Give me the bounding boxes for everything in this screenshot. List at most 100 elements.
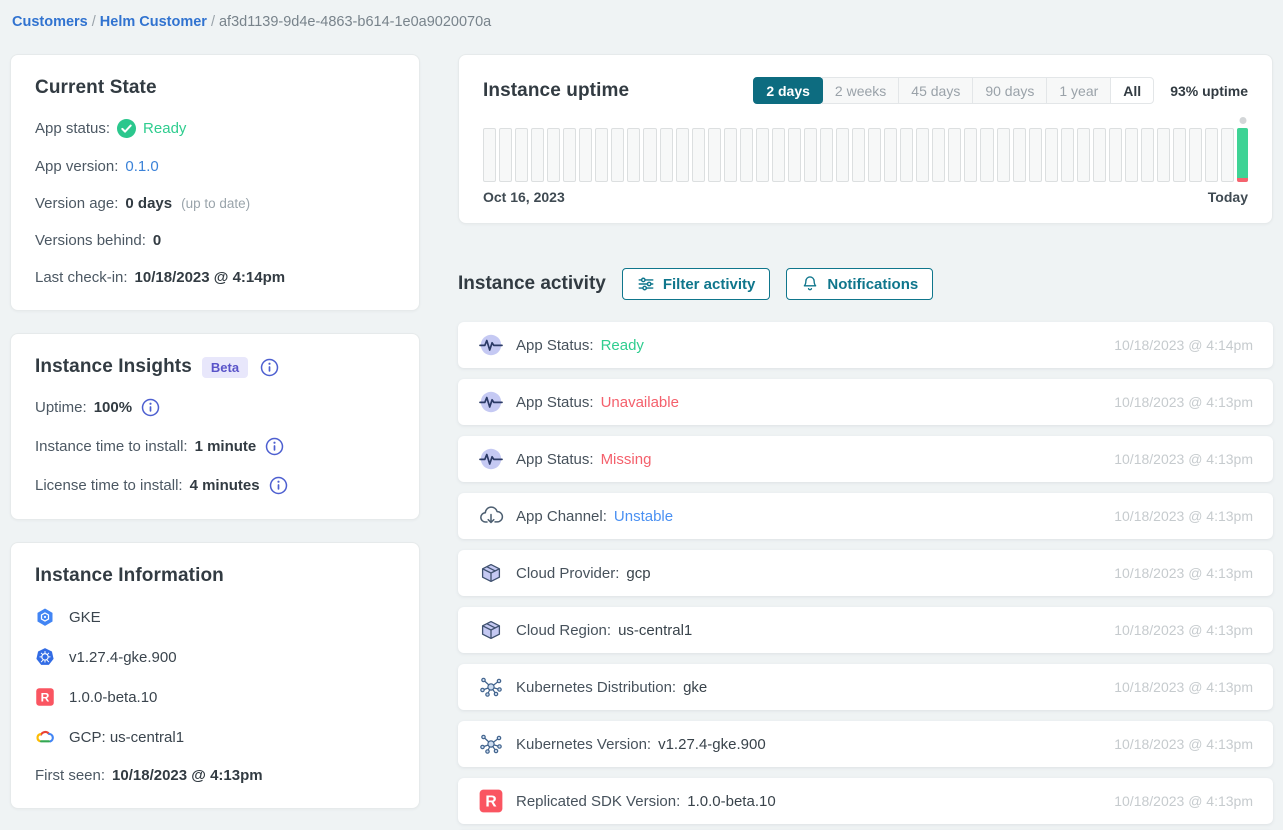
uptime-bar-no-data[interactable]	[547, 128, 560, 182]
uptime-bar-no-data[interactable]	[692, 128, 705, 182]
uptime-bar-no-data[interactable]	[515, 128, 528, 182]
activity-row-timestamp: 10/18/2023 @ 4:13pm	[1114, 565, 1253, 581]
breadcrumb-separator: /	[92, 14, 96, 30]
activity-row-value: Unavailable	[601, 394, 679, 411]
range-button-90-days[interactable]: 90 days	[972, 77, 1047, 104]
instance-detail-page: Customers/Helm Customer/af3d1139-9d4e-48…	[0, 0, 1283, 830]
svg-text:R: R	[485, 794, 496, 811]
uptime-bar-no-data[interactable]	[868, 128, 881, 182]
breadcrumb-current: af3d1139-9d4e-4863-b614-1e0a9020070a	[219, 14, 491, 30]
uptime-bar-no-data[interactable]	[643, 128, 656, 182]
range-button-2-weeks[interactable]: 2 weeks	[822, 77, 899, 104]
instance-insights-title: Instance Insights	[35, 356, 192, 378]
uptime-bar-no-data[interactable]	[900, 128, 913, 182]
breadcrumb-link[interactable]: Customers	[12, 14, 88, 30]
uptime-bar-no-data[interactable]	[499, 128, 512, 182]
current-state-row: App status:Ready	[35, 119, 395, 138]
uptime-bar-no-data[interactable]	[595, 128, 608, 182]
instance-insights-card: Instance Insights Beta Uptime:100%Instan…	[10, 333, 420, 520]
uptime-bar-no-data[interactable]	[563, 128, 576, 182]
activity-row: Kubernetes Distribution:gke10/18/2023 @ …	[458, 664, 1273, 710]
uptime-bar-no-data[interactable]	[1173, 128, 1186, 182]
uptime-bar-no-data[interactable]	[772, 128, 785, 182]
uptime-bar-no-data[interactable]	[611, 128, 624, 182]
uptime-title: Instance uptime	[483, 80, 629, 102]
uptime-bar-no-data[interactable]	[1189, 128, 1202, 182]
notifications-button[interactable]: Notifications	[786, 268, 933, 300]
uptime-bar-no-data[interactable]	[676, 128, 689, 182]
uptime-bar-no-data[interactable]	[980, 128, 993, 182]
gke-icon	[35, 607, 55, 627]
uptime-bar-no-data[interactable]	[916, 128, 929, 182]
uptime-bar-no-data[interactable]	[708, 128, 721, 182]
instance-insights-rows: Uptime:100%Instance time to install:1 mi…	[35, 398, 395, 495]
uptime-bar-no-data[interactable]	[1109, 128, 1122, 182]
instance-activity-header: Instance activity Filter activity Notifi…	[458, 268, 1273, 300]
uptime-bar-no-data[interactable]	[627, 128, 640, 182]
range-button-all[interactable]: All	[1110, 77, 1154, 104]
uptime-bar-no-data[interactable]	[1125, 128, 1138, 182]
uptime-bar-no-data[interactable]	[997, 128, 1010, 182]
activity-row-label: Cloud Region:	[516, 622, 611, 639]
row-suffix: (up to date)	[181, 196, 250, 211]
uptime-bar-no-data[interactable]	[884, 128, 897, 182]
uptime-range-group: 2 days2 weeks45 days90 days1 yearAll	[753, 77, 1154, 104]
uptime-bar-no-data[interactable]	[724, 128, 737, 182]
uptime-bar-no-data[interactable]	[531, 128, 544, 182]
uptime-bar-no-data[interactable]	[579, 128, 592, 182]
info-icon[interactable]	[265, 437, 284, 456]
chart-start-label: Oct 16, 2023	[483, 189, 565, 205]
uptime-bar-no-data[interactable]	[483, 128, 496, 182]
uptime-bar-no-data[interactable]	[932, 128, 945, 182]
range-button-1-year[interactable]: 1 year	[1046, 77, 1111, 104]
uptime-bar-no-data[interactable]	[836, 128, 849, 182]
uptime-bar-no-data[interactable]	[1157, 128, 1170, 182]
uptime-bar-no-data[interactable]	[1061, 128, 1074, 182]
instance-information-row: GKE	[35, 607, 395, 627]
uptime-bar-no-data[interactable]	[740, 128, 753, 182]
uptime-bar-no-data[interactable]	[788, 128, 801, 182]
uptime-bar-no-data[interactable]	[1093, 128, 1106, 182]
left-column: Current State App status:ReadyApp versio…	[10, 54, 420, 809]
activity-row-label: Kubernetes Version:	[516, 736, 651, 753]
activity-row: Kubernetes Version:v1.27.4-gke.90010/18/…	[458, 721, 1273, 767]
uptime-bar-no-data[interactable]	[1205, 128, 1218, 182]
app-version-link[interactable]: 0.1.0	[125, 158, 158, 175]
pulse-icon	[478, 332, 504, 358]
beta-badge: Beta	[202, 357, 248, 378]
bell-icon	[801, 275, 819, 293]
uptime-bar-no-data[interactable]	[964, 128, 977, 182]
activity-row: Cloud Region:us-central110/18/2023 @ 4:1…	[458, 607, 1273, 653]
uptime-bar-no-data[interactable]	[1029, 128, 1042, 182]
uptime-bar-no-data[interactable]	[756, 128, 769, 182]
instance-activity-title: Instance activity	[458, 273, 606, 295]
range-button-45-days[interactable]: 45 days	[898, 77, 973, 104]
range-button-2-days[interactable]: 2 days	[753, 77, 823, 104]
breadcrumb-link[interactable]: Helm Customer	[100, 14, 207, 30]
uptime-bar-no-data[interactable]	[804, 128, 817, 182]
info-icon[interactable]	[260, 358, 279, 377]
uptime-bar-no-data[interactable]	[820, 128, 833, 182]
uptime-bar-today[interactable]	[1237, 128, 1248, 182]
network-icon	[478, 731, 504, 757]
uptime-bar-no-data[interactable]	[852, 128, 865, 182]
current-state-row: Versions behind:0	[35, 232, 395, 249]
activity-row-timestamp: 10/18/2023 @ 4:13pm	[1114, 679, 1253, 695]
activity-row-value[interactable]: Unstable	[614, 508, 673, 525]
uptime-bar-no-data[interactable]	[1141, 128, 1154, 182]
activity-row-timestamp: 10/18/2023 @ 4:13pm	[1114, 451, 1253, 467]
info-icon[interactable]	[141, 398, 160, 417]
uptime-bar-no-data[interactable]	[1013, 128, 1026, 182]
uptime-bar-no-data[interactable]	[1045, 128, 1058, 182]
info-icon[interactable]	[269, 476, 288, 495]
uptime-bar-no-data[interactable]	[1077, 128, 1090, 182]
uptime-bar-no-data[interactable]	[660, 128, 673, 182]
activity-row-list: App Status:Ready10/18/2023 @ 4:14pmApp S…	[458, 322, 1273, 824]
filter-activity-button[interactable]: Filter activity	[622, 268, 771, 300]
uptime-controls: 2 days2 weeks45 days90 days1 yearAll 93%…	[753, 77, 1248, 104]
current-state-row: App version:0.1.0	[35, 158, 395, 175]
kubernetes-icon	[35, 647, 55, 667]
uptime-bar-no-data[interactable]	[948, 128, 961, 182]
activity-row-timestamp: 10/18/2023 @ 4:13pm	[1114, 793, 1253, 809]
uptime-bar-no-data[interactable]	[1221, 128, 1234, 182]
